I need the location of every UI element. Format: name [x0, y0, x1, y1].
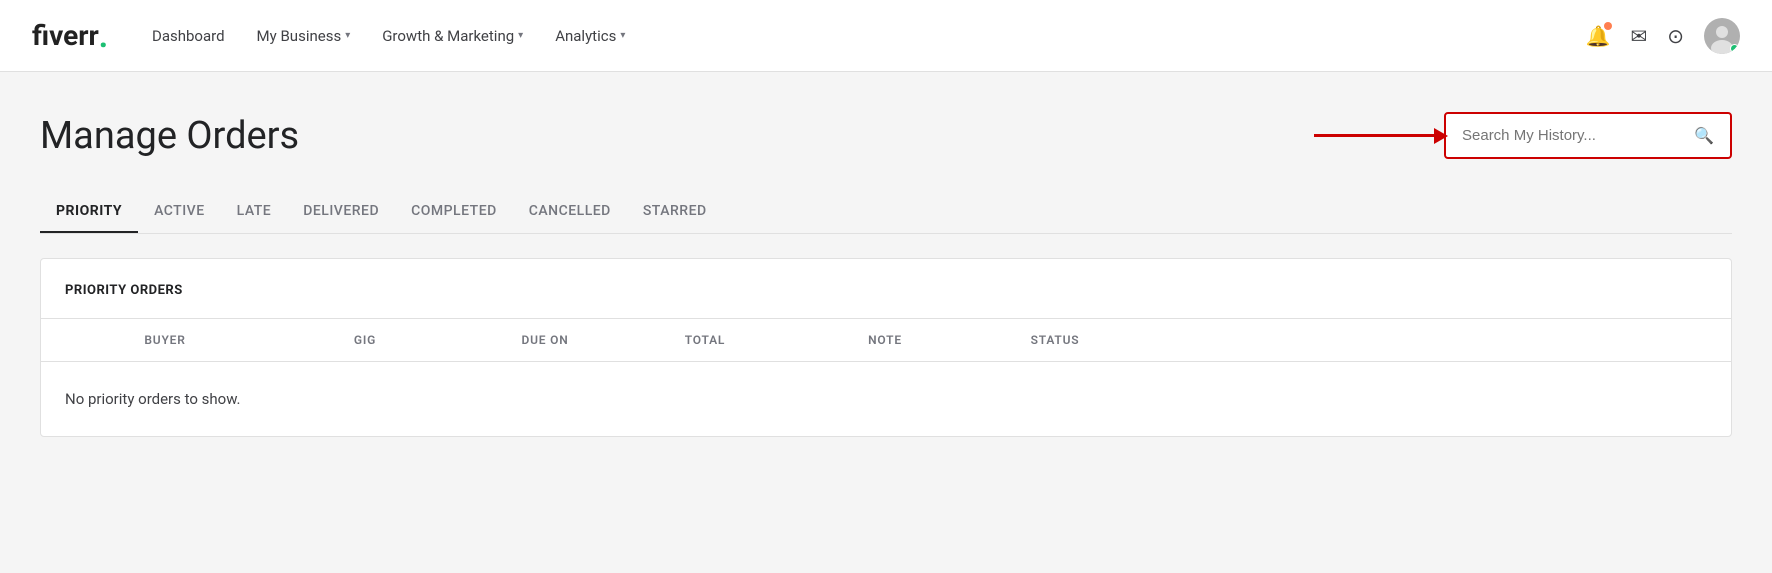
nav-item-my-business[interactable]: My Business ▾: [245, 19, 363, 53]
header: fiverr. Dashboard My Business ▾ Growth &…: [0, 0, 1772, 72]
tab-priority[interactable]: PRIORITY: [40, 191, 138, 233]
nav-item-dashboard[interactable]: Dashboard: [140, 19, 237, 53]
tab-active[interactable]: ACTIVE: [138, 191, 221, 233]
notification-badge: [1604, 22, 1612, 30]
logo-dot: .: [99, 20, 108, 52]
page-header: Manage Orders 🔍: [40, 112, 1732, 159]
online-status-indicator: [1730, 44, 1739, 53]
col-note: NOTE: [785, 333, 985, 347]
col-buyer: BUYER: [65, 333, 265, 347]
user-avatar[interactable]: [1704, 18, 1740, 54]
chevron-down-icon: ▾: [345, 30, 350, 41]
section-title: PRIORITY ORDERS: [65, 283, 183, 298]
tab-cancelled[interactable]: CANCELLED: [513, 191, 627, 233]
section-header: PRIORITY ORDERS: [41, 259, 1731, 319]
arrow-head: [1434, 128, 1448, 144]
empty-orders-message: No priority orders to show.: [41, 362, 1731, 436]
main-content: Manage Orders 🔍 PRIORITY ACTIVE: [0, 72, 1772, 573]
orders-section: PRIORITY ORDERS BUYER GIG DUE ON TOTAL N…: [40, 258, 1732, 437]
search-area: 🔍: [1444, 112, 1732, 159]
col-due-on: DUE ON: [465, 333, 625, 347]
tab-delivered[interactable]: DELIVERED: [287, 191, 395, 233]
search-input[interactable]: [1462, 127, 1686, 144]
search-box: 🔍: [1448, 116, 1728, 155]
nav-item-growth-marketing[interactable]: Growth & Marketing ▾: [370, 19, 535, 53]
notifications-button[interactable]: 🔔: [1586, 24, 1611, 48]
logo-text: fiverr: [32, 19, 99, 52]
help-icon: ⊙: [1667, 24, 1684, 48]
highlight-arrow: [1314, 134, 1434, 137]
chevron-down-icon: ▾: [620, 30, 625, 41]
col-status: STATUS: [985, 333, 1125, 347]
arrow-line: [1314, 134, 1434, 137]
help-button[interactable]: ⊙: [1667, 24, 1684, 48]
search-highlight-border: 🔍: [1444, 112, 1732, 159]
mail-icon: ✉: [1630, 24, 1647, 48]
tab-late[interactable]: LATE: [221, 191, 288, 233]
main-nav: Dashboard My Business ▾ Growth & Marketi…: [140, 19, 1554, 53]
logo[interactable]: fiverr.: [32, 19, 108, 52]
order-tabs: PRIORITY ACTIVE LATE DELIVERED COMPLETED…: [40, 191, 1732, 234]
nav-item-analytics[interactable]: Analytics ▾: [543, 19, 637, 53]
col-gig: GIG: [265, 333, 465, 347]
messages-button[interactable]: ✉: [1630, 24, 1647, 48]
col-total: TOTAL: [625, 333, 785, 347]
header-actions: 🔔 ✉ ⊙: [1586, 18, 1740, 54]
chevron-down-icon: ▾: [518, 30, 523, 41]
page-title: Manage Orders: [40, 114, 299, 158]
search-icon: 🔍: [1694, 126, 1714, 145]
table-header: BUYER GIG DUE ON TOTAL NOTE STATUS: [41, 319, 1731, 362]
tab-completed[interactable]: COMPLETED: [395, 191, 513, 233]
tab-starred[interactable]: STARRED: [627, 191, 723, 233]
